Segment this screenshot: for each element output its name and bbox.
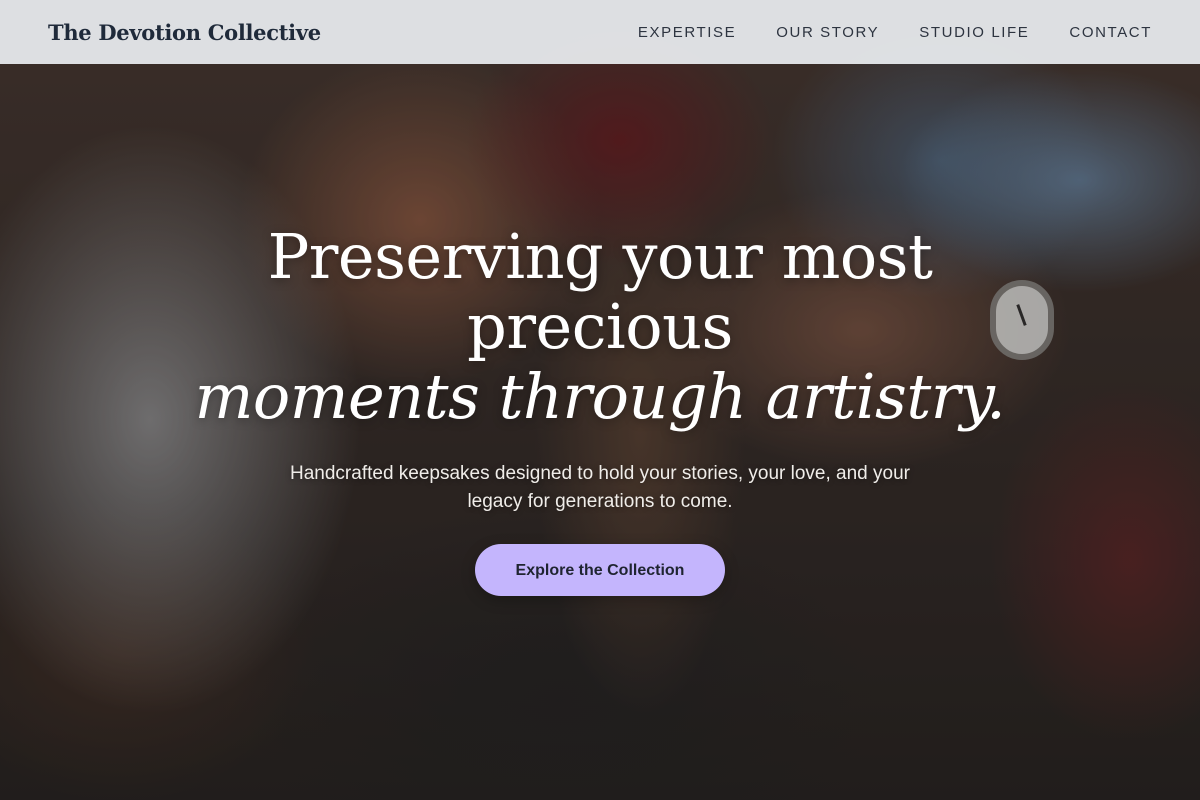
headline-line-1: Preserving your most — [267, 220, 933, 293]
headline-line-2: precious — [467, 290, 733, 363]
hero-subtitle: Handcrafted keepsakes designed to hold y… — [290, 463, 910, 512]
nav-link-studio-life[interactable]: STUDIO LIFE — [919, 24, 1029, 41]
nav-link-our-story[interactable]: OUR STORY — [776, 24, 879, 41]
brand-logo[interactable]: The Devotion Collective — [48, 20, 321, 45]
hero-headline: Preserving your most precious moments th… — [0, 222, 1200, 432]
nav-link-expertise[interactable]: EXPERTISE — [638, 24, 736, 41]
nav-link-contact[interactable]: CONTACT — [1069, 24, 1152, 41]
hero-content: Preserving your most precious moments th… — [0, 222, 1200, 596]
explore-collection-button[interactable]: Explore the Collection — [475, 544, 725, 596]
main-nav: EXPERTISE OUR STORY STUDIO LIFE CONTACT — [638, 24, 1152, 41]
headline-line-3: moments through artistry. — [194, 360, 1006, 433]
top-navbar: The Devotion Collective EXPERTISE OUR ST… — [0, 0, 1200, 64]
